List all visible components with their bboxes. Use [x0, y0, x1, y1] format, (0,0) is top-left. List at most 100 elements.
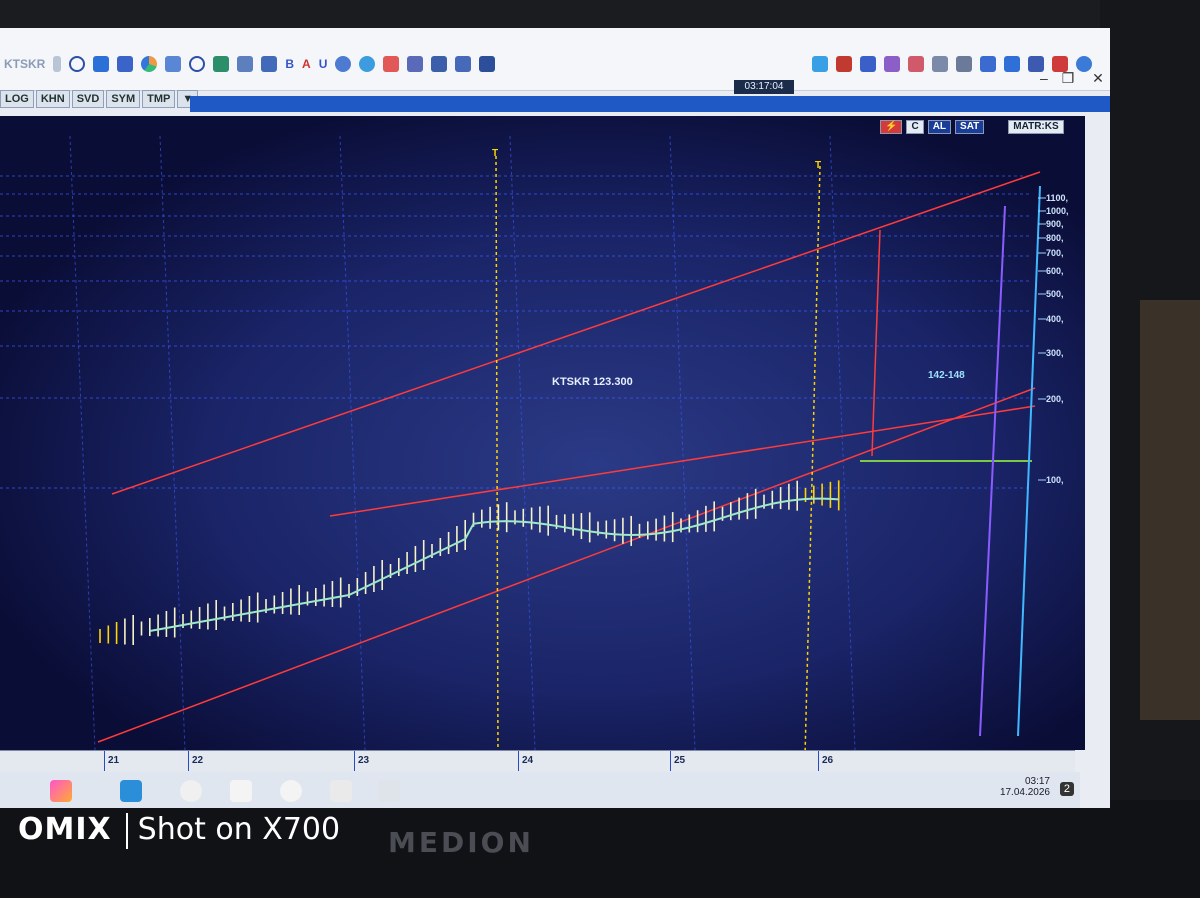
camera-watermark: OMIX Shot on X700	[18, 812, 340, 849]
date-tick	[518, 751, 519, 771]
handshake-icon[interactable]	[213, 56, 230, 72]
table-icon[interactable]	[261, 56, 278, 72]
music-icon[interactable]	[407, 56, 424, 72]
cursor-marker-t1: T	[492, 148, 499, 159]
date-label: 22	[192, 755, 204, 766]
presentation-icon[interactable]	[165, 56, 182, 72]
phone-icon[interactable]	[455, 56, 472, 72]
document-icon[interactable]	[884, 56, 900, 72]
date-tick	[188, 751, 189, 771]
window-controls: – ❐ ✕	[1040, 70, 1104, 87]
clock-display: 03:17:04	[734, 80, 794, 94]
price-tick-label: 1100,	[1046, 193, 1068, 203]
v-icon[interactable]	[860, 56, 876, 72]
date-tick	[104, 751, 105, 771]
refresh-icon[interactable]	[335, 56, 352, 72]
notification-badge[interactable]: 2	[1059, 782, 1074, 796]
watermark-logo: OMIX	[18, 812, 112, 847]
close-button[interactable]: ✕	[1092, 70, 1104, 86]
target-label: 142-148	[928, 370, 965, 381]
globe-icon[interactable]	[359, 56, 376, 72]
price-tick-label: 700,	[1046, 248, 1064, 258]
date-tick	[354, 751, 355, 771]
cursor-marker-t2: T	[815, 160, 822, 171]
date-tick	[670, 751, 671, 771]
bell-icon[interactable]	[980, 56, 996, 72]
image-icon[interactable]	[908, 56, 924, 72]
bold-icon[interactable]: B	[285, 57, 294, 71]
tab-bar: LOG KHN SVD SYM TMP ▼	[0, 90, 199, 108]
price-tick-label: 100,	[1046, 475, 1064, 485]
app-toolbar: KTSKR B A U 03:17:04 – ❐ ✕ LOG KHN SVD S…	[0, 28, 1110, 108]
instrument-label: KTSKR 123.300	[552, 376, 633, 388]
font-a-icon[interactable]: A	[302, 57, 311, 71]
date-tick	[818, 751, 819, 771]
app-icon[interactable]	[280, 780, 302, 802]
price-tick-label: 600,	[1046, 266, 1064, 276]
tab-strip	[190, 96, 1110, 112]
edit-icon[interactable]	[932, 56, 948, 72]
clock-time: 03:17	[1024, 776, 1050, 787]
price-tick-label: 800,	[1046, 233, 1064, 243]
flag-icon[interactable]	[836, 56, 852, 72]
copilot-icon[interactable]	[50, 780, 72, 802]
price-chart[interactable]: 1100, 1000, 900, 800, 700, 600, 500, 400, 300, 20…	[0, 116, 1085, 750]
symbol-field[interactable]: KTSKR	[4, 57, 45, 71]
calculator-icon[interactable]	[479, 56, 496, 72]
price-tick-label: 500,	[1046, 289, 1064, 299]
underline-icon[interactable]: U	[319, 57, 328, 71]
tab-log[interactable]: LOG	[0, 90, 34, 108]
gmail-icon[interactable]	[383, 56, 400, 72]
laptop-screen: KTSKR B A U 03:17:04 – ❐ ✕ LOG KHN SVD S…	[0, 28, 1110, 808]
tab-tmp[interactable]: TMP	[142, 90, 176, 108]
price-tick-label: 1000,	[1046, 206, 1069, 216]
taskbar: 03:17 17.04.2026 2	[0, 772, 1080, 808]
date-label: 24	[522, 755, 534, 766]
mail-icon[interactable]	[1004, 56, 1020, 72]
tab-khn[interactable]: KHN	[35, 90, 70, 108]
watermark-text: Shot on X700	[137, 812, 341, 847]
date-axis: 21 22 23 24 25 26	[0, 750, 1075, 773]
chart-button-sat[interactable]: SAT	[955, 120, 985, 134]
chart-canvas: 1100, 1000, 900, 800, 700, 600, 500, 400, 300, 20…	[0, 116, 1085, 750]
price-tick-label: 900,	[1046, 219, 1064, 229]
list-icon[interactable]	[237, 56, 254, 72]
tab-sym[interactable]: SYM	[106, 90, 141, 108]
lightning-icon[interactable]	[93, 56, 110, 72]
date-label: 21	[108, 755, 120, 766]
bar-chart-icon[interactable]	[117, 56, 134, 72]
chart-background	[0, 116, 1085, 750]
search-icon[interactable]	[69, 56, 86, 72]
price-tick-label: 200,	[1046, 394, 1064, 404]
brand-logo: MEDION	[388, 826, 534, 859]
date-label: 26	[822, 755, 834, 766]
price-tick-label: 400,	[1046, 314, 1064, 324]
chart-button-c[interactable]: C	[906, 120, 924, 134]
user-icon[interactable]	[431, 56, 448, 72]
tab-svd[interactable]: SVD	[71, 90, 105, 108]
clock-icon[interactable]	[189, 56, 206, 72]
watermark-separator	[125, 812, 128, 849]
background-wall	[1140, 300, 1200, 720]
camera-icon[interactable]	[956, 56, 972, 72]
minimize-button[interactable]: –	[1040, 70, 1048, 86]
edge-icon[interactable]	[120, 780, 142, 802]
dropdown-icon[interactable]	[53, 56, 62, 72]
twitter-icon[interactable]	[812, 56, 828, 72]
chart-button-al[interactable]: AL	[927, 120, 952, 134]
lightning-button[interactable]: ⚡	[880, 120, 903, 134]
chart-title: MATR:KS	[1008, 120, 1064, 134]
pie-chart-icon[interactable]	[141, 56, 158, 72]
clock-date: 17.04.2026	[999, 787, 1050, 798]
toolbar-row: KTSKR B A U	[0, 50, 496, 78]
matriks-app-icon[interactable]	[378, 780, 400, 802]
mail-app-icon[interactable]	[330, 780, 352, 802]
folder-icon[interactable]	[230, 780, 252, 802]
chart-header-strip: ⚡ C AL SAT MATR:KS	[880, 120, 1064, 134]
date-label: 23	[358, 755, 370, 766]
restore-button[interactable]: ❐	[1062, 70, 1075, 86]
chrome-icon[interactable]	[180, 780, 202, 802]
date-label: 25	[674, 755, 686, 766]
system-tray: 03:17 17.04.2026	[1000, 776, 1050, 798]
price-tick-label: 300,	[1046, 348, 1064, 358]
